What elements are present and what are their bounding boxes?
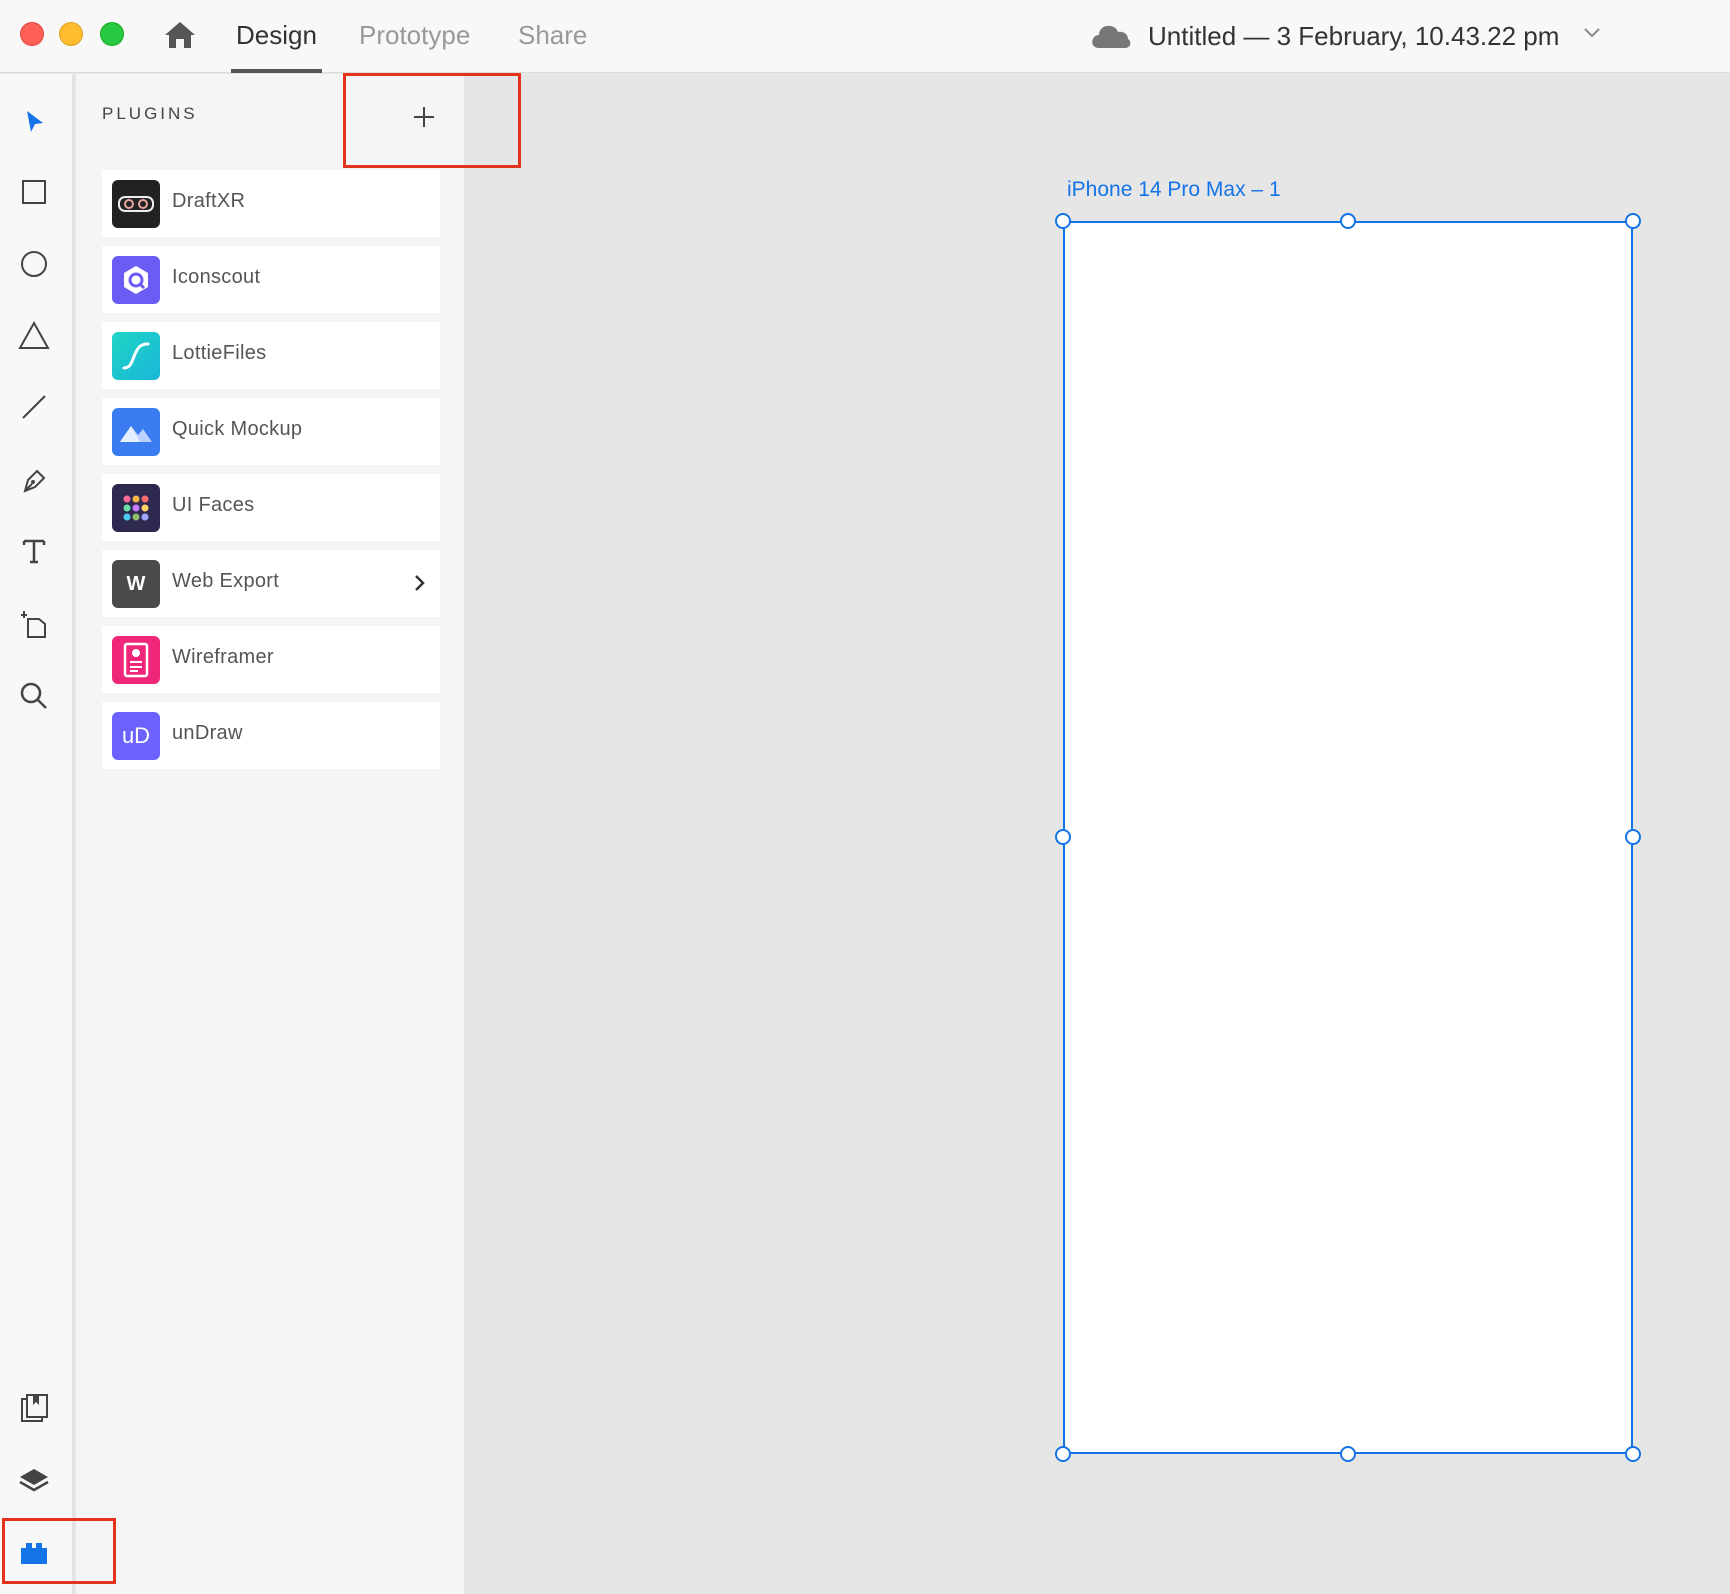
line-tool[interactable] — [14, 387, 54, 427]
plugin-item-ui-faces[interactable]: UI Faces — [102, 474, 440, 541]
ui-faces-icon — [112, 484, 160, 532]
plugins-tool[interactable] — [14, 1533, 54, 1573]
plugin-label: Iconscout — [172, 266, 261, 288]
artboard[interactable] — [1063, 221, 1633, 1454]
plugin-item-lottiefiles[interactable]: LottieFiles — [102, 322, 440, 389]
title-bar: Design Prototype Share Untitled — 3 Febr… — [0, 0, 1730, 73]
minimize-window-button[interactable] — [59, 22, 83, 46]
plugin-item-iconscout[interactable]: Iconscout — [102, 246, 440, 313]
resize-handle[interactable] — [1625, 213, 1641, 229]
line-icon — [22, 395, 46, 419]
polygon-tool[interactable] — [14, 316, 54, 356]
polygon-icon — [18, 320, 50, 349]
resize-handle[interactable] — [1340, 1446, 1356, 1462]
iconscout-icon — [112, 256, 160, 304]
cloud-icon[interactable] — [1089, 20, 1133, 52]
plugin-item-undraw[interactable]: uD unDraw — [102, 702, 440, 769]
artboard-tool[interactable] — [14, 604, 54, 644]
artboard-icon — [21, 611, 46, 638]
close-window-button[interactable] — [20, 22, 44, 46]
lottiefiles-icon — [112, 332, 160, 380]
plugin-label: UI Faces — [172, 494, 255, 516]
document-title[interactable]: Untitled — 3 February, 10.43.22 pm — [1148, 19, 1559, 53]
chevron-right-icon[interactable] — [414, 574, 426, 592]
undraw-icon: uD — [112, 712, 160, 760]
resize-handle[interactable] — [1340, 213, 1356, 229]
text-tool[interactable] — [14, 531, 54, 571]
zoom-icon — [20, 682, 47, 709]
plugin-label: LottieFiles — [172, 342, 267, 364]
resize-handle[interactable] — [1625, 1446, 1641, 1462]
layers-tool[interactable] — [14, 1460, 54, 1500]
pen-icon — [23, 469, 46, 493]
ellipse-tool[interactable] — [14, 244, 54, 284]
plugin-label: Web Export — [172, 570, 280, 592]
tab-share[interactable]: Share — [518, 18, 587, 73]
web-export-icon: W — [112, 560, 160, 608]
panel-title: PLUGINS — [102, 104, 198, 123]
plugin-label: Wireframer — [172, 646, 274, 668]
add-plugin-button[interactable] — [403, 96, 445, 138]
assets-icon — [21, 1394, 48, 1422]
tab-prototype[interactable]: Prototype — [359, 18, 470, 73]
select-icon — [27, 111, 43, 132]
plugin-label: DraftXR — [172, 190, 246, 212]
plugin-label: Quick Mockup — [172, 418, 303, 440]
plugin-item-draftxr[interactable]: DraftXR — [102, 170, 440, 237]
home-icon[interactable] — [163, 20, 197, 50]
resize-handle[interactable] — [1055, 213, 1071, 229]
tab-design[interactable]: Design — [231, 18, 322, 73]
plugins-icon — [21, 1543, 47, 1564]
text-icon — [22, 539, 46, 564]
rectangle-tool[interactable] — [14, 172, 54, 212]
artboard-label[interactable]: iPhone 14 Pro Max – 1 — [1067, 178, 1281, 202]
assets-tool[interactable] — [14, 1388, 54, 1428]
resize-handle[interactable] — [1625, 829, 1641, 845]
plugins-panel: PLUGINS DraftXR Iconscout LottieFiles Qu… — [76, 74, 464, 1594]
plugin-item-quick-mockup[interactable]: Quick Mockup — [102, 398, 440, 465]
layers-icon — [19, 1469, 49, 1492]
zoom-tool[interactable] — [14, 676, 54, 716]
plugin-item-wireframer[interactable]: Wireframer — [102, 626, 440, 693]
maximize-window-button[interactable] — [100, 22, 124, 46]
rectangle-icon — [22, 180, 46, 204]
quick-mockup-icon — [112, 408, 160, 456]
plus-icon — [414, 107, 434, 127]
resize-handle[interactable] — [1055, 829, 1071, 845]
plugin-item-web-export[interactable]: W Web Export — [102, 550, 440, 617]
resize-handle[interactable] — [1055, 1446, 1071, 1462]
plugin-label: unDraw — [172, 722, 243, 744]
ellipse-icon — [21, 251, 47, 277]
pen-tool[interactable] — [14, 460, 54, 500]
draftxr-icon — [112, 180, 160, 228]
select-tool[interactable] — [14, 102, 54, 142]
chevron-down-icon[interactable] — [1583, 26, 1601, 40]
tools-toolbar — [0, 74, 74, 1594]
wireframer-icon — [112, 636, 160, 684]
